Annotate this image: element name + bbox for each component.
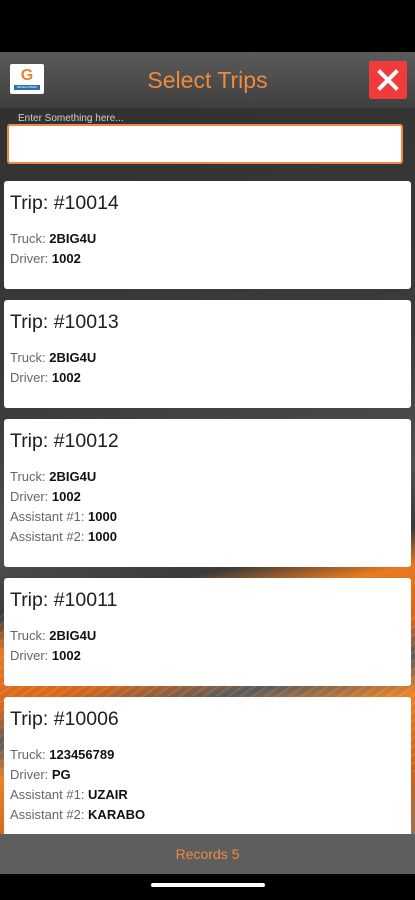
trip-number: Trip: #10013 [10, 311, 119, 333]
driver-row: Driver: 1002 [10, 370, 81, 385]
assistant-2-row: Assistant #2: KARABO [10, 807, 146, 822]
records-footer: Records 5 [0, 834, 415, 874]
trip-card[interactable]: Trip: #10013 Truck: 2BIG4U Driver: 1002 [4, 300, 411, 408]
driver-row: Driver: 1002 [10, 489, 81, 504]
status-bar [0, 0, 415, 52]
truck-row: Truck: 2BIG4U [10, 469, 97, 484]
page-title: Select Trips [147, 67, 268, 93]
trip-number: Trip: #10011 [10, 589, 118, 611]
search-label: Enter Something here... [18, 113, 124, 124]
assistant-2-row: Assistant #2: 1000 [10, 529, 117, 544]
header-bar: G DEVELOPERS Select Trips [0, 52, 415, 108]
truck-row: Truck: 2BIG4U [10, 350, 97, 365]
trip-number: Trip: #10006 [10, 708, 119, 730]
app-screen: G DEVELOPERS Select Trips Enter Somethin… [0, 52, 415, 874]
trip-card[interactable]: Trip: #10011 Truck: 2BIG4U Driver: 1002 [4, 578, 411, 686]
driver-row: Driver: PG [10, 767, 71, 782]
driver-row: Driver: 1002 [10, 251, 81, 266]
trip-number: Trip: #10014 [10, 192, 119, 214]
trip-card[interactable]: Trip: #10006 Truck: 123456789 Driver: PG… [4, 697, 411, 834]
driver-row: Driver: 1002 [10, 648, 81, 663]
assistant-1-row: Assistant #1: 1000 [10, 509, 117, 524]
trip-card[interactable]: Trip: #10014 Truck: 2BIG4U Driver: 1002 [4, 181, 411, 289]
trip-card[interactable]: Trip: #10012 Truck: 2BIG4U Driver: 1002 … [4, 419, 411, 567]
truck-row: Truck: 2BIG4U [10, 231, 97, 246]
trip-number: Trip: #10012 [10, 430, 119, 452]
search-input[interactable] [7, 124, 403, 164]
home-indicator[interactable] [151, 883, 265, 887]
close-button[interactable] [369, 61, 407, 99]
close-icon [377, 69, 399, 91]
truck-row: Truck: 2BIG4U [10, 628, 97, 643]
truck-row: Truck: 123456789 [10, 747, 115, 762]
assistant-1-row: Assistant #1: UZAIR [10, 787, 128, 802]
